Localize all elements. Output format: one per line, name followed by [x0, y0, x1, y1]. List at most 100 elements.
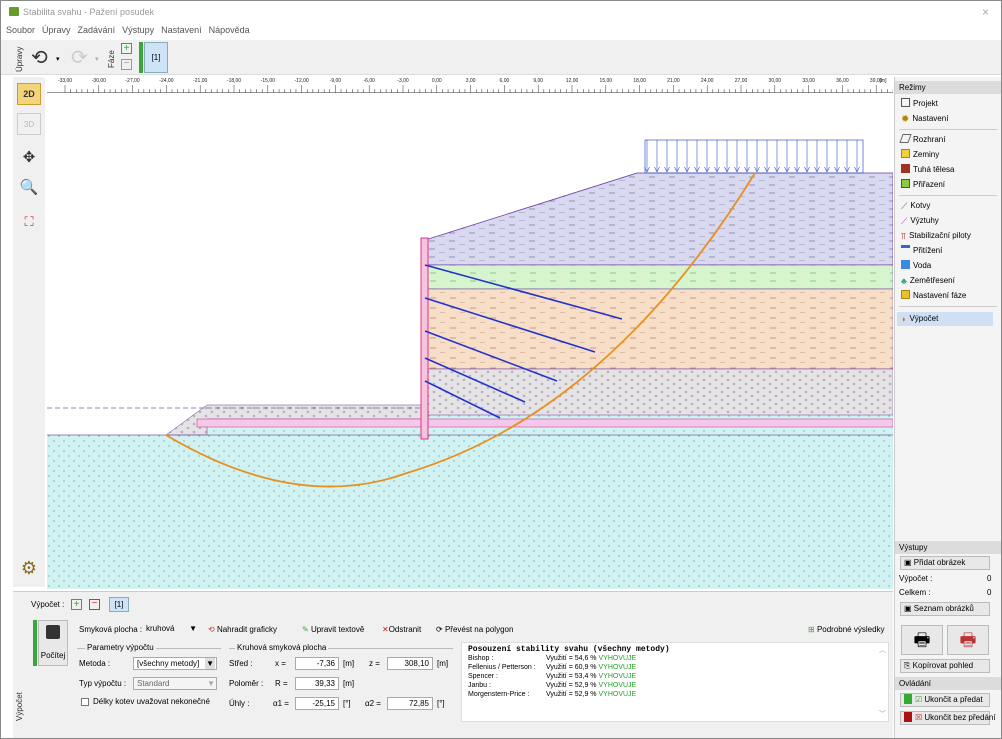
- menu-nastaveni[interactable]: Nastavení: [159, 25, 204, 35]
- ruler-tick-label: 3,00: [465, 78, 476, 84]
- mode-tuha-telesa[interactable]: Tuhá tělesa: [901, 163, 955, 177]
- copy-view-button[interactable]: ⎘ Kopírovat pohled: [900, 659, 990, 673]
- model-canvas[interactable]: [47, 93, 894, 589]
- ruler-tick-label: -21,00: [193, 78, 208, 84]
- menu-vystupy[interactable]: Výstupy: [120, 25, 156, 35]
- slip-surface-select[interactable]: kruhová ▼: [143, 623, 199, 636]
- result-row: Bishop : Využití = 54,6 % VYHOVUJE: [468, 655, 636, 662]
- ruler-tick-label: 15,00: [599, 78, 613, 84]
- mode-zeminy[interactable]: Zeminy: [901, 148, 939, 162]
- image-list-button[interactable]: ▣ Seznam obrázků: [900, 602, 990, 616]
- view-3d-button[interactable]: 3D: [17, 113, 41, 135]
- menu-soubor[interactable]: Soubor: [4, 25, 37, 35]
- remove-label: Odstranit: [388, 625, 422, 634]
- ruler-tick-label: 27,00: [734, 78, 748, 84]
- pan-icon[interactable]: ✥: [17, 147, 41, 169]
- control-header: Ovládání: [895, 677, 1001, 690]
- x-input[interactable]: -7,36: [295, 657, 339, 670]
- run-marker: [33, 620, 37, 666]
- run-button[interactable]: Počítej: [38, 620, 68, 666]
- print-icon[interactable]: 🖶: [901, 625, 943, 655]
- add-image-button[interactable]: ▣ Přidat obrázek: [900, 556, 990, 570]
- replace-graphic-button[interactable]: ⟲ Nahradit graficky: [205, 623, 280, 637]
- results-box: Posouzení stability svahu (všechny metod…: [461, 642, 889, 722]
- add-calc-icon[interactable]: +: [71, 599, 82, 610]
- zoom-icon[interactable]: 🔍: [17, 177, 41, 199]
- add-phase-icon[interactable]: +: [121, 43, 132, 54]
- mode-vyztuhy[interactable]: ⟋ Výztuhy: [901, 214, 939, 228]
- menu-zadavani[interactable]: Zadávání: [76, 25, 118, 35]
- mode-pritizeni[interactable]: Přitížení: [901, 244, 942, 258]
- mode-nastaveni-faze-label: Nastavení fáze: [913, 291, 967, 300]
- mode-projekt[interactable]: Projekt: [901, 97, 938, 111]
- remove-x-icon: ✕: [382, 625, 389, 634]
- view-2d-button[interactable]: 2D: [17, 83, 41, 105]
- mode-nastaveni[interactable]: ✹ Nastavení: [901, 112, 948, 126]
- red-marker: [904, 712, 912, 722]
- result-usage: Využití = 53,4 %: [546, 673, 597, 680]
- finish-pass-label: Ukončit a předat: [924, 695, 983, 704]
- phase-tab[interactable]: [1]: [144, 42, 168, 73]
- zoom-extent-icon[interactable]: ⛶: [17, 211, 41, 233]
- mode-vypocet-label: Výpočet: [909, 314, 939, 323]
- interface-icon: [899, 134, 912, 143]
- outputs-total-label: Celkem :: [899, 588, 931, 597]
- finish-pass-button[interactable]: ☑ Ukončit a předat: [900, 693, 990, 707]
- anchor-length-checkbox[interactable]: [81, 698, 89, 706]
- mode-nastaveni-faze[interactable]: Nastavení fáze: [901, 289, 966, 303]
- mode-prirazeni[interactable]: Přiřazení: [901, 178, 945, 192]
- remove-button[interactable]: ✕Odstranit: [379, 623, 424, 637]
- gear-icon: ✹: [901, 114, 910, 125]
- green-marker: [904, 694, 912, 704]
- mode-kotvy[interactable]: ⟋ Kotvy: [901, 199, 930, 213]
- mode-voda[interactable]: Voda: [901, 259, 931, 273]
- detailed-results-button[interactable]: ⊞ Podrobné výsledky: [805, 623, 888, 637]
- ruler-tick-label: -33,00: [57, 78, 73, 84]
- toolbar: Úpravy ⟲ ▾ ⟳ ▾ Fáze + − [1]: [1, 40, 1001, 75]
- settings-gear-icon[interactable]: ⚙: [17, 557, 41, 579]
- z-input[interactable]: 308,10: [387, 657, 433, 670]
- undo-dropdown-icon[interactable]: ▾: [56, 55, 60, 63]
- outputs-total-value: 0: [987, 588, 992, 597]
- undo-icon[interactable]: ⟲: [31, 48, 48, 68]
- outputs-header: Výstupy: [895, 541, 1001, 554]
- calc-type-select[interactable]: Standard ▼: [133, 677, 217, 690]
- method-select[interactable]: [všechny metody] ▼: [133, 657, 217, 670]
- menu-upravy[interactable]: Úpravy: [40, 25, 73, 35]
- bottom-side-label: Výpočet: [15, 692, 24, 722]
- detailed-results-label: Podrobné výsledky: [816, 625, 885, 634]
- close-icon[interactable]: ×: [982, 5, 989, 19]
- calc-tab[interactable]: [1]: [109, 597, 129, 612]
- print-preview-icon[interactable]: 🖶: [947, 625, 989, 655]
- add-image-label: Přidat obrázek: [913, 558, 966, 567]
- menu-napoveda[interactable]: Nápověda: [207, 25, 252, 35]
- result-row: Morgenstern-Price : Využití = 52,9 % VYHO…: [468, 691, 636, 698]
- remove-calc-icon[interactable]: −: [89, 599, 100, 610]
- redo-dropdown-icon[interactable]: ▾: [95, 55, 99, 63]
- mode-stabilizacni-piloty[interactable]: ⫪ Stabilizační piloty: [901, 229, 971, 243]
- mode-vypocet[interactable]: ◗ Výpočet: [897, 312, 993, 326]
- radius-input[interactable]: 39,33: [295, 677, 339, 690]
- ruler-tick-label: -3,00: [397, 78, 409, 84]
- run-icon: [46, 625, 60, 639]
- edits-label: Úpravy: [15, 46, 24, 72]
- edit-text-button[interactable]: ✎ Upravit textově: [299, 623, 367, 637]
- scroll-down-icon[interactable]: ﹀: [879, 709, 886, 719]
- mode-zemetreseni[interactable]: ♣ Zemětřesení: [901, 274, 955, 288]
- finish-no-pass-button[interactable]: ☒ Ukončit bez předání: [900, 711, 996, 725]
- to-polygon-button[interactable]: ⟳ Převést na polygon: [433, 623, 516, 637]
- redo-icon[interactable]: ⟳: [71, 48, 88, 68]
- a2-label: α2 =: [365, 699, 381, 708]
- phase-label: Fáze: [107, 50, 116, 68]
- alpha2-input[interactable]: 72,85: [387, 697, 433, 710]
- remove-phase-icon[interactable]: −: [121, 59, 132, 70]
- divider: [899, 306, 997, 307]
- scroll-up-icon[interactable]: ︿: [879, 645, 886, 655]
- alpha1-input[interactable]: -25,15: [295, 697, 339, 710]
- soil-icon: [901, 149, 910, 158]
- outputs-calc-value: 0: [987, 574, 992, 583]
- result-usage: Využití = 54,6 %: [546, 655, 597, 662]
- mode-rozhrani[interactable]: Rozhraní: [899, 133, 945, 147]
- result-row: Janbu : Využití = 52,9 % VYHOVUJE: [468, 682, 636, 689]
- assign-icon: [901, 179, 910, 188]
